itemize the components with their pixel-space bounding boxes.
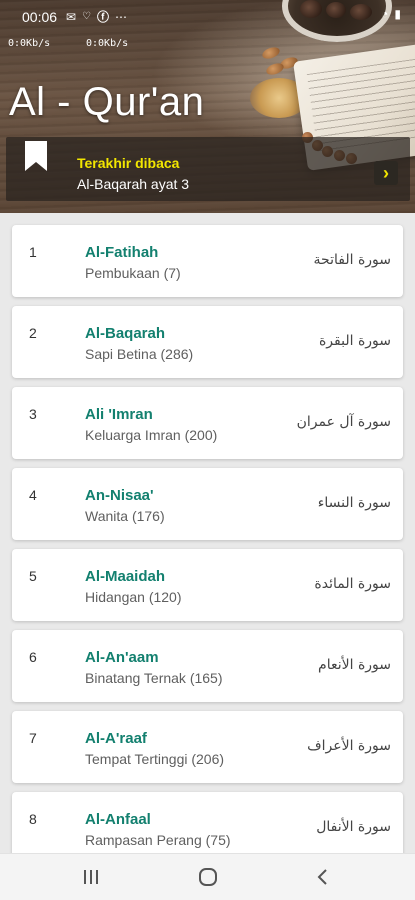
surah-name: An-Nisaa' (85, 487, 154, 504)
status-bar: 00:06 ✉ ♡ ⓕ ⋯ ◔ ▮ (0, 0, 415, 32)
surah-name: Al-Fatihah (85, 244, 159, 261)
surah-arabic-name: سورة الفاتحة (313, 252, 391, 268)
download-speed: 0:0Kb/s (8, 38, 51, 49)
surah-meaning: Keluarga Imran (200) (85, 427, 218, 443)
back-icon[interactable] (316, 868, 330, 886)
surah-card[interactable]: 6 Al-An'aam Binatang Ternak (165) سورة ا… (12, 630, 403, 702)
surah-number: 1 (29, 244, 37, 260)
surah-card[interactable]: 4 An-Nisaa' Wanita (176) سورة النساء (12, 468, 403, 540)
surah-arabic-name: سورة البقرة (318, 333, 391, 349)
surah-meaning: Sapi Betina (286) (85, 346, 194, 362)
surah-meaning: Binatang Ternak (165) (85, 670, 223, 686)
surah-arabic-name: سورة النساء (317, 495, 391, 511)
header-banner: 00:06 ✉ ♡ ⓕ ⋯ ◔ ▮ 0:0Kb/s 0:0Kb/s Al - Q… (0, 0, 415, 213)
surah-name: Ali 'Imran (85, 406, 153, 423)
surah-meaning: Hidangan (120) (85, 589, 182, 605)
recent-apps-icon[interactable] (82, 869, 100, 885)
app-title: Al - Qur'an (9, 80, 205, 124)
system-nav-bar (0, 853, 415, 900)
surah-card[interactable]: 3 Ali 'Imran Keluarga Imran (200) سورة آ… (12, 387, 403, 459)
surah-name: Al-Anfaal (85, 811, 151, 828)
home-icon[interactable] (198, 867, 218, 887)
surah-card[interactable]: 7 Al-A'raaf Tempat Tertinggi (206) سورة … (12, 711, 403, 783)
notification-icon: ✉ (66, 9, 77, 24)
status-time: 00:06 (22, 9, 58, 25)
wifi-icon: ◔ (381, 7, 389, 21)
surah-meaning: Rampasan Perang (75) (85, 832, 231, 848)
surah-number: 7 (29, 730, 37, 746)
surah-arabic-name: سورة الأعراف (307, 738, 391, 754)
surah-meaning: Wanita (176) (85, 508, 165, 524)
last-read-title: Terakhir dibaca (77, 155, 180, 171)
surah-number: 8 (29, 811, 37, 827)
upload-speed: 0:0Kb/s (86, 38, 129, 49)
surah-arabic-name: سورة الأنفال (316, 819, 391, 835)
surah-arabic-name: سورة آل عمران (296, 414, 391, 430)
surah-number: 6 (29, 649, 37, 665)
surah-number: 2 (29, 325, 37, 341)
heart-icon: ♡ (82, 11, 92, 22)
surah-arabic-name: سورة الأنعام (318, 657, 391, 673)
surah-number: 5 (29, 568, 37, 584)
last-read-card[interactable]: Terakhir dibaca Al-Baqarah ayat 3 › (6, 137, 410, 201)
surah-meaning: Pembukaan (7) (85, 265, 181, 281)
surah-card[interactable]: 5 Al-Maaidah Hidangan (120) سورة المائدة (12, 549, 403, 621)
signal-icon: ▮ (394, 7, 401, 21)
surah-card[interactable]: 2 Al-Baqarah Sapi Betina (286) سورة البق… (12, 306, 403, 378)
surah-name: Al-A'raaf (85, 730, 147, 747)
surah-card[interactable]: 1 Al-Fatihah Pembukaan (7) سورة الفاتحة (12, 225, 403, 297)
bookmark-icon (25, 141, 47, 171)
facebook-icon: ⓕ (97, 10, 110, 24)
surah-number: 3 (29, 406, 37, 422)
chevron-right-icon[interactable]: › (374, 161, 398, 185)
surah-arabic-name: سورة المائدة (314, 576, 391, 592)
surah-meaning: Tempat Tertinggi (206) (85, 751, 225, 767)
last-read-subtitle: Al-Baqarah ayat 3 (77, 176, 190, 192)
surah-name: Al-An'aam (85, 649, 159, 666)
more-dots-icon: ⋯ (115, 9, 128, 24)
surah-number: 4 (29, 487, 37, 503)
surah-name: Al-Maaidah (85, 568, 166, 585)
surah-name: Al-Baqarah (85, 325, 166, 342)
